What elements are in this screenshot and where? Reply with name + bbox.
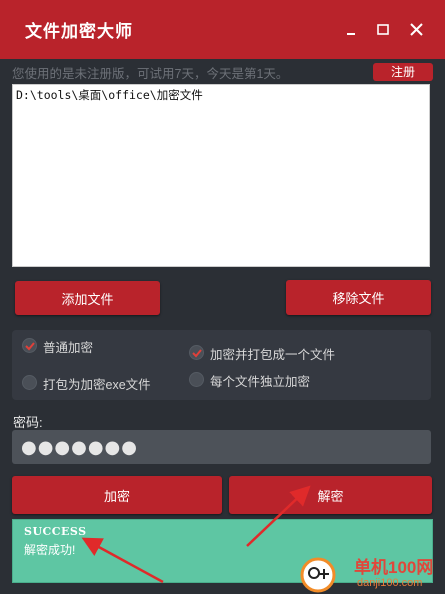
watermark-logo-icon [300, 557, 336, 593]
encrypt-button[interactable]: 加密 [12, 476, 222, 514]
option-pack-one-file[interactable]: 加密并打包成一个文件 [189, 344, 389, 364]
close-icon [410, 23, 423, 36]
decrypt-button[interactable]: 解密 [229, 476, 432, 514]
maximize-icon [377, 24, 389, 35]
pack-one-file-label: 加密并打包成一个文件 [210, 348, 336, 362]
file-list[interactable]: D:\tools\桌面\office\加密文件 [12, 84, 430, 267]
add-file-button[interactable]: 添加文件 [15, 281, 160, 315]
title-bar: 文件加密大师 [0, 0, 445, 59]
option-pack-exe[interactable]: 打包为加密exe文件 [22, 374, 182, 394]
normal-encrypt-label: 普通加密 [43, 341, 94, 355]
pack-one-file-checkbox[interactable] [189, 345, 204, 360]
trial-message: 您使用的是未注册版，可试用7天，今天是第1天。 [12, 67, 289, 81]
remove-file-button[interactable]: 移除文件 [286, 280, 431, 315]
pack-exe-label: 打包为加密exe文件 [43, 378, 151, 392]
window-title: 文件加密大师 [25, 22, 133, 42]
pack-exe-checkbox[interactable] [22, 375, 37, 390]
each-file-checkbox[interactable] [189, 372, 204, 387]
minimize-button[interactable] [341, 18, 363, 40]
each-file-label: 每个文件独立加密 [210, 375, 311, 389]
file-list-item[interactable]: D:\tools\桌面\office\加密文件 [16, 87, 203, 103]
checkmark-icon [192, 349, 202, 358]
options-panel: 普通加密 加密并打包成一个文件 打包为加密exe文件 每个文件独立加密 [12, 330, 431, 400]
watermark-url: danji100.com [357, 577, 423, 589]
checkmark-icon [25, 342, 35, 351]
password-label: 密码: [13, 415, 43, 430]
status-title: SUCCESS [24, 525, 87, 538]
status-message: 解密成功! [24, 543, 76, 557]
option-each-file[interactable]: 每个文件独立加密 [189, 371, 389, 391]
normal-encrypt-checkbox[interactable] [22, 338, 37, 353]
maximize-button[interactable] [372, 18, 394, 40]
watermark: 单机100网 danji100.com [292, 553, 445, 594]
trial-notice-row: 您使用的是未注册版，可试用7天，今天是第1天。 注册 [12, 62, 433, 82]
close-button[interactable] [406, 18, 428, 40]
option-normal-encrypt[interactable]: 普通加密 [22, 337, 182, 357]
register-button[interactable]: 注册 [373, 63, 433, 81]
password-input[interactable] [12, 430, 431, 464]
watermark-text: 单机100网 [354, 558, 434, 577]
minimize-icon [347, 33, 355, 35]
